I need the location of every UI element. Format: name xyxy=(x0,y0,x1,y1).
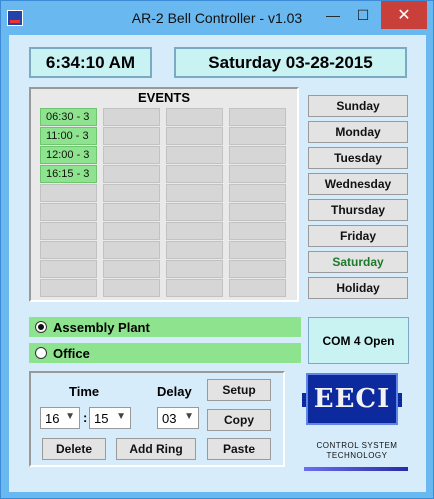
events-panel: EVENTS 06:30 - 3 11:00 - 3 12:00 - 3 16:15 … xyxy=(29,87,299,302)
event-slot-empty[interactable] xyxy=(103,184,160,202)
event-slot[interactable]: 16:15 - 3 xyxy=(40,165,97,183)
event-slot-empty[interactable] xyxy=(229,165,286,183)
event-slot-empty[interactable] xyxy=(229,260,286,278)
date-display: Saturday 03-28-2015 xyxy=(174,47,407,78)
chevron-down-icon: ▼ xyxy=(116,411,126,422)
events-grid: 06:30 - 3 11:00 - 3 12:00 - 3 16:15 - 3 xyxy=(40,108,286,297)
event-slot[interactable]: 06:30 - 3 xyxy=(40,108,97,126)
time-separator: : xyxy=(83,410,88,425)
day-button-tuesday[interactable]: Tuesday xyxy=(308,147,408,169)
event-slot-empty[interactable] xyxy=(103,222,160,240)
event-slot-empty[interactable] xyxy=(103,260,160,278)
delay-select[interactable]: 03 ▼ xyxy=(157,407,199,429)
event-slot-empty[interactable] xyxy=(103,127,160,145)
event-slot-empty[interactable] xyxy=(103,146,160,164)
event-slot-empty[interactable] xyxy=(103,203,160,221)
event-slot-empty[interactable] xyxy=(103,108,160,126)
group-assembly-plant[interactable]: Assembly Plant xyxy=(29,317,301,337)
company-logo: EECI CONTROL SYSTEM TECHNOLOGY xyxy=(298,373,416,473)
event-slot-empty[interactable] xyxy=(229,184,286,202)
day-button-sunday[interactable]: Sunday xyxy=(308,95,408,117)
event-slot-empty[interactable] xyxy=(166,127,223,145)
title-bar: AR-2 Bell Controller - v1.03 — ☐ ✕ xyxy=(1,1,433,35)
hour-select[interactable]: 16 ▼ xyxy=(40,407,80,429)
day-button-saturday[interactable]: Saturday xyxy=(308,251,408,273)
add-ring-button[interactable]: Add Ring xyxy=(116,438,196,460)
event-slot-empty[interactable] xyxy=(229,146,286,164)
day-button-monday[interactable]: Monday xyxy=(308,121,408,143)
event-slot-empty[interactable] xyxy=(40,241,97,259)
close-button[interactable]: ✕ xyxy=(381,1,427,29)
event-slot-empty[interactable] xyxy=(166,279,223,297)
logo-line-2: TECHNOLOGY xyxy=(326,451,388,460)
group-label: Office xyxy=(53,345,90,361)
logo-line-1: CONTROL SYSTEM xyxy=(316,441,398,450)
event-slot-empty[interactable] xyxy=(103,241,160,259)
day-buttons: Sunday Monday Tuesday Wednesday Thursday Frid… xyxy=(308,95,408,303)
logo-underline xyxy=(304,467,408,471)
event-slot-empty[interactable] xyxy=(166,184,223,202)
event-slot-empty[interactable] xyxy=(166,260,223,278)
minimize-button[interactable]: — xyxy=(319,1,347,29)
radio-unchecked-icon[interactable] xyxy=(35,347,47,359)
maximize-button[interactable]: ☐ xyxy=(349,1,377,29)
minute-value: 15 xyxy=(94,410,109,426)
event-slot-empty[interactable] xyxy=(229,108,286,126)
event-slot-empty[interactable] xyxy=(40,260,97,278)
event-slot-empty[interactable] xyxy=(166,222,223,240)
paste-button[interactable]: Paste xyxy=(207,438,271,460)
event-slot-empty[interactable] xyxy=(40,184,97,202)
time-display: 6:34:10 AM xyxy=(29,47,152,78)
event-slot-empty[interactable] xyxy=(40,203,97,221)
logo-mark: EECI xyxy=(302,373,402,425)
minute-select[interactable]: 15 ▼ xyxy=(89,407,131,429)
event-slot[interactable]: 11:00 - 3 xyxy=(40,127,97,145)
ring-controls: Time Delay Setup 16 ▼ : 15 ▼ 03 ▼ Copy D… xyxy=(29,371,285,467)
radio-checked-icon[interactable] xyxy=(35,321,47,333)
day-button-wednesday[interactable]: Wednesday xyxy=(308,173,408,195)
day-button-thursday[interactable]: Thursday xyxy=(308,199,408,221)
event-slot-empty[interactable] xyxy=(229,127,286,145)
hour-value: 16 xyxy=(45,410,60,426)
event-slot-empty[interactable] xyxy=(166,203,223,221)
time-label: Time xyxy=(69,384,100,399)
delay-label: Delay xyxy=(157,384,192,399)
event-slot-empty[interactable] xyxy=(103,165,160,183)
event-slot-empty[interactable] xyxy=(103,279,160,297)
events-label: EVENTS xyxy=(137,90,190,105)
com-status: COM 4 Open xyxy=(308,317,409,364)
group-selector: Assembly Plant Office xyxy=(29,317,301,369)
event-slot-empty[interactable] xyxy=(229,222,286,240)
day-button-friday[interactable]: Friday xyxy=(308,225,408,247)
client-area: 6:34:10 AM Saturday 03-28-2015 EVENTS 06… xyxy=(9,35,426,492)
event-slot-empty[interactable] xyxy=(166,146,223,164)
chevron-down-icon: ▼ xyxy=(65,411,75,422)
delete-button[interactable]: Delete xyxy=(42,438,106,460)
group-label: Assembly Plant xyxy=(53,319,150,335)
event-slot-empty[interactable] xyxy=(229,279,286,297)
event-slot-empty[interactable] xyxy=(166,108,223,126)
event-slot-empty[interactable] xyxy=(166,241,223,259)
delay-value: 03 xyxy=(162,410,177,426)
app-window: AR-2 Bell Controller - v1.03 — ☐ ✕ 6:34:… xyxy=(0,0,434,499)
group-office[interactable]: Office xyxy=(29,343,301,363)
event-slot-empty[interactable] xyxy=(40,222,97,240)
day-button-holiday[interactable]: Holiday xyxy=(308,277,408,299)
event-slot[interactable]: 12:00 - 3 xyxy=(40,146,97,164)
event-slot-empty[interactable] xyxy=(229,241,286,259)
event-slot-empty[interactable] xyxy=(166,165,223,183)
event-slot-empty[interactable] xyxy=(40,279,97,297)
copy-button[interactable]: Copy xyxy=(207,409,271,431)
event-slot-empty[interactable] xyxy=(229,203,286,221)
chevron-down-icon: ▼ xyxy=(184,411,194,422)
setup-button[interactable]: Setup xyxy=(207,379,271,401)
